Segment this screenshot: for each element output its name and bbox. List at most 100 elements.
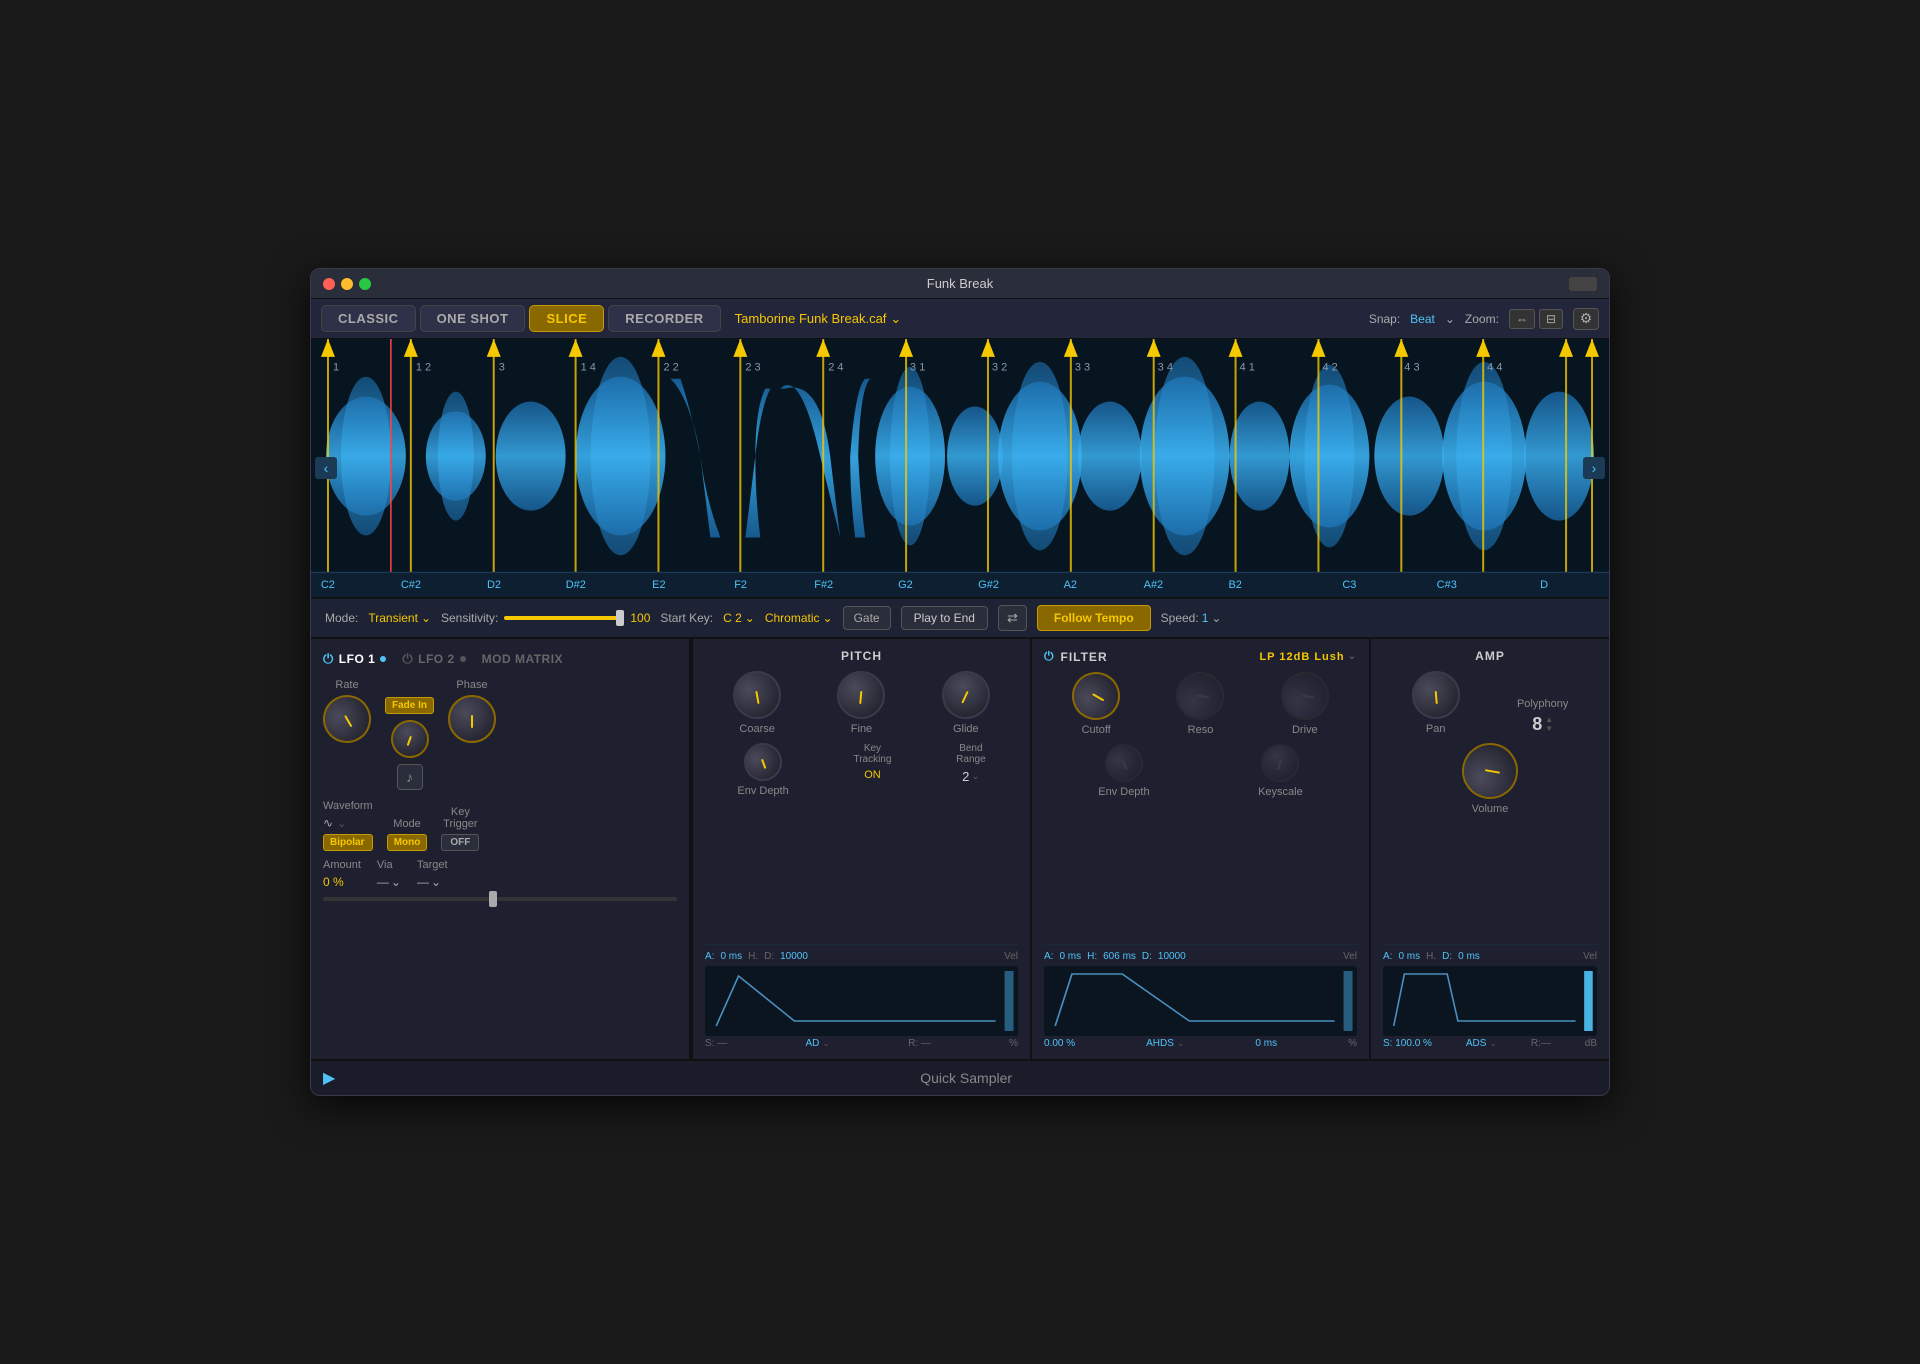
pitch-env-type-selector[interactable]: AD ⌄ (805, 1038, 829, 1049)
drive-group: Drive (1281, 672, 1329, 736)
maximize-button[interactable] (359, 278, 371, 290)
amp-env-s-value: S: 100.0 % (1383, 1038, 1432, 1049)
svg-text:4 1: 4 1 (1240, 362, 1255, 374)
tab-classic[interactable]: CLASSIC (321, 305, 416, 332)
follow-tempo-button[interactable]: Follow Tempo (1037, 605, 1151, 631)
play-button[interactable]: ▶ (323, 1068, 335, 1088)
settings-button[interactable]: ⚙ (1573, 308, 1599, 330)
speed-label: Speed: (1161, 611, 1199, 625)
file-selector[interactable]: Tamborine Funk Break.caf ⌄ (735, 311, 1365, 327)
sensitivity-slider-track[interactable] (504, 616, 624, 620)
snap-label: Snap: (1369, 312, 1400, 326)
amp-env-type-arrow[interactable]: ⌄ (1489, 1038, 1497, 1049)
window-control-button[interactable] (1569, 277, 1597, 291)
drive-knob[interactable] (1277, 668, 1333, 724)
glide-label: Glide (953, 723, 979, 735)
env-depth-knob[interactable] (739, 738, 788, 787)
amp-env-h-label: H. (1426, 951, 1436, 962)
polyphony-down[interactable]: ▼ (1545, 725, 1553, 733)
via-selector[interactable]: — ⌄ (377, 875, 401, 889)
chromatic-selector[interactable]: Chromatic ⌄ (765, 611, 833, 625)
filter-vel-label: Vel (1343, 951, 1357, 962)
lfo-amount-slider[interactable] (323, 897, 677, 901)
close-button[interactable] (323, 278, 335, 290)
mod-matrix-tab[interactable]: MOD MATRIX (482, 652, 563, 666)
svg-text:3 3: 3 3 (1075, 362, 1090, 374)
mode-selector[interactable]: Transient ⌄ (368, 611, 431, 625)
glide-knob[interactable] (934, 663, 998, 727)
beat-labels: C2 C#2 D2 D#2 E2 F2 F#2 G2 G#2 A2 A#2 B2… (311, 572, 1609, 597)
filter-type-arrow: ⌄ (1348, 651, 1357, 662)
note-label-fs2: F#2 (814, 579, 833, 591)
lfo-fadein-knob[interactable] (385, 715, 434, 764)
mono-badge[interactable]: Mono (387, 834, 428, 851)
pan-knob[interactable] (1410, 669, 1462, 721)
polyphony-up[interactable]: ▲ (1545, 716, 1553, 724)
reso-knob[interactable] (1173, 668, 1229, 724)
modules-row: PITCH Coarse Fine Glide (691, 639, 1609, 1059)
filter-env-type-selector[interactable]: AHDS ⌄ (1146, 1038, 1184, 1049)
waveform-scroll-left[interactable]: ‹ (315, 457, 337, 479)
music-note-button[interactable]: ♪ (397, 764, 423, 790)
filter-env-params: A: 0 ms H: 606 ms D: 10000 Vel (1044, 951, 1357, 962)
pitch-env-type-arrow[interactable]: ⌄ (822, 1038, 830, 1049)
loop-button[interactable]: ⇄ (998, 605, 1027, 631)
filter-env-type-arrow[interactable]: ⌄ (1177, 1038, 1185, 1049)
minimize-button[interactable] (341, 278, 353, 290)
play-to-end-button[interactable]: Play to End (901, 606, 988, 630)
volume-knob[interactable] (1458, 739, 1523, 804)
sensitivity-slider-fill (504, 616, 624, 620)
svg-text:2 3: 2 3 (745, 362, 760, 374)
filter-knobs-row2: Env Depth Keyscale (1044, 744, 1357, 798)
filter-type-selector[interactable]: LP 12dB Lush ⌄ (1259, 651, 1357, 663)
env-depth-group: Env Depth (737, 743, 788, 797)
bipolar-badge[interactable]: Bipolar (323, 834, 373, 851)
waveform-shape-arrow[interactable]: ⌄ (337, 817, 346, 830)
sensitivity-slider-thumb[interactable] (616, 610, 624, 626)
lfo-rate-knob[interactable] (314, 686, 380, 752)
amp-env-type-selector[interactable]: ADS ⌄ (1466, 1038, 1497, 1049)
volume-label: Volume (1472, 803, 1509, 815)
coarse-knob[interactable] (729, 667, 785, 723)
fade-in-badge[interactable]: Fade In (385, 697, 434, 714)
cutoff-group: Cutoff (1072, 672, 1120, 736)
cutoff-knob[interactable] (1063, 663, 1129, 729)
lfo2-tab[interactable]: ⏻ LFO 2 (402, 651, 465, 667)
keyscale-knob[interactable] (1257, 740, 1304, 787)
pan-label: Pan (1426, 723, 1446, 735)
lfo-phase-knob[interactable] (448, 695, 496, 743)
sensitivity-control[interactable]: Sensitivity: 100 (441, 611, 650, 625)
snap-value[interactable]: Beat (1410, 312, 1435, 326)
waveform-area[interactable]: 1 1 2 3 1 4 2 2 2 3 2 4 3 1 3 2 3 3 3 4 … (311, 339, 1609, 599)
speed-arrow[interactable]: ⌄ (1211, 611, 1221, 625)
zoom-full-button[interactable]: ⊟ (1539, 309, 1563, 329)
filter-power-icon[interactable]: ⏻ (1044, 649, 1055, 664)
tab-slice[interactable]: SLICE (529, 305, 604, 332)
tab-recorder[interactable]: RECORDER (608, 305, 720, 332)
target-selector[interactable]: — ⌄ (417, 875, 448, 889)
fine-group: Fine (837, 671, 885, 735)
polyphony-stepper[interactable]: ▲ ▼ (1545, 716, 1553, 733)
plugin-window: Funk Break CLASSIC ONE SHOT SLICE RECORD… (310, 268, 1610, 1096)
target-arrow: ⌄ (431, 875, 441, 889)
lfo1-tab[interactable]: ⏻ LFO 1 (323, 651, 386, 667)
chromatic-arrow: ⌄ (823, 611, 833, 625)
speed-value: 1 (1202, 611, 1209, 625)
lfo2-power-icon[interactable]: ⏻ (402, 651, 413, 667)
lfo1-power-icon[interactable]: ⏻ (323, 651, 334, 667)
gate-button[interactable]: Gate (843, 606, 891, 630)
file-selector-arrow: ⌄ (890, 311, 901, 327)
mode-tabs-row: CLASSIC ONE SHOT SLICE RECORDER Tamborin… (311, 299, 1609, 339)
lfo-amount-slider-thumb[interactable] (489, 891, 497, 907)
amp-title: AMP (1383, 649, 1597, 663)
note-label-cs3: C#3 (1437, 579, 1457, 591)
tab-oneshot[interactable]: ONE SHOT (420, 305, 526, 332)
filter-env-depth-knob[interactable] (1100, 739, 1149, 788)
start-key-selector[interactable]: C 2 ⌄ (723, 611, 755, 625)
key-trigger-off[interactable]: OFF (441, 834, 479, 851)
fine-knob[interactable] (835, 669, 887, 721)
zoom-fit-button[interactable]: ⇔ (1509, 309, 1535, 329)
bend-range-arrow[interactable]: ⌄ (971, 771, 979, 782)
waveform-scroll-right[interactable]: › (1583, 457, 1605, 479)
svg-text:2 4: 2 4 (828, 362, 843, 374)
